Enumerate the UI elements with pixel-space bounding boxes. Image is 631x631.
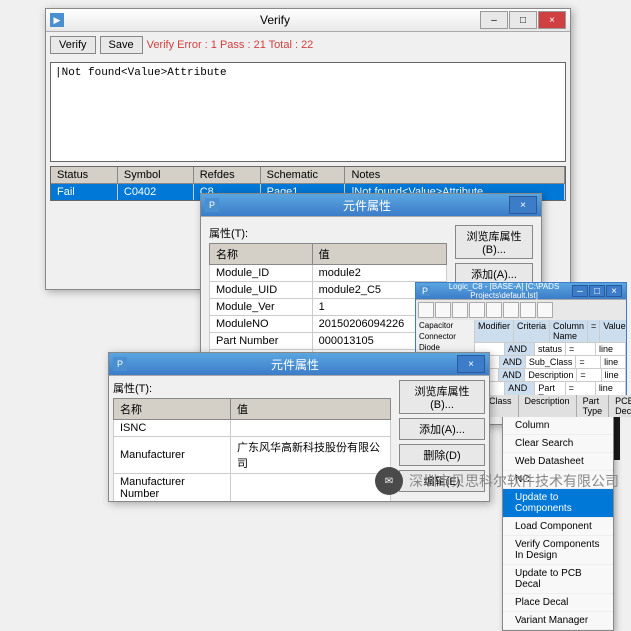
property-row[interactable]: ModuleNO20150206094226 [210, 316, 447, 333]
app-icon: ▶ [50, 13, 64, 27]
menu-item[interactable]: Clear Search [503, 435, 613, 453]
filter-panel[interactable]: ModifierCriteriaColumn Name=ValueANDstat… [475, 320, 626, 404]
property-row[interactable]: Module_IDmodule2 [210, 265, 447, 282]
toolbar-icon[interactable] [486, 302, 502, 318]
column-header[interactable]: Symbol [118, 167, 194, 184]
minimize-button[interactable]: – [572, 285, 588, 297]
close-button[interactable]: × [457, 355, 485, 373]
context-menu[interactable]: Add Search ColumnClear SearchWeb Datashe… [502, 405, 614, 631]
menu-item[interactable]: Place Decal [503, 594, 613, 612]
log-output[interactable]: |Not found<Value>Attribute [50, 62, 566, 162]
titlebar: P Logic_C8 - [BASE-A] [C:\PADS Projects\… [416, 283, 626, 300]
property-row[interactable]: Manufacturer广东风华高新科技股份有限公司 [114, 437, 391, 474]
toolbar-icon[interactable] [537, 302, 553, 318]
app-icon: P [113, 357, 127, 371]
browse-button[interactable]: 浏览库属性(B)... [399, 380, 485, 414]
category-item[interactable]: Capacitor [416, 320, 474, 331]
logic-toolbar [416, 300, 626, 320]
tab[interactable]: PCB Decal [609, 395, 631, 417]
menu-item[interactable]: Variant Manager [503, 612, 613, 630]
save-button[interactable]: Save [100, 36, 143, 54]
attr-label: 属性(T): [209, 225, 447, 241]
close-button[interactable]: × [538, 11, 566, 29]
property-row[interactable]: Manufacturer Number [114, 474, 391, 503]
menu-item[interactable]: Verify Components In Design [503, 536, 613, 565]
titlebar: ▶ Verify – □ × [46, 9, 570, 32]
cell[interactable]: C0402 [118, 184, 194, 200]
menu-item[interactable]: Update to PCB Decal [503, 565, 613, 594]
maximize-button[interactable]: □ [509, 11, 537, 29]
property-row[interactable]: Module_Ver1 [210, 299, 447, 316]
column-header[interactable]: Schematic [261, 167, 346, 184]
status-text: Verify Error : 1 Pass : 21 Total : 22 [147, 39, 314, 51]
close-button[interactable]: × [606, 285, 622, 297]
browse-button[interactable]: 浏览库属性(B)... [455, 225, 533, 259]
maximize-button[interactable]: □ [589, 285, 605, 297]
tab[interactable]: Part Type [577, 395, 610, 417]
apply-label: 应用更新到 [403, 500, 481, 502]
cell[interactable]: Fail [51, 184, 118, 200]
property-row[interactable]: Part Number000013105 [210, 333, 447, 350]
delete-button[interactable]: 删除(D) [399, 444, 485, 466]
property-row[interactable]: ISNC [114, 420, 391, 437]
column-header[interactable]: Refdes [194, 167, 261, 184]
property-row[interactable]: Module_UIDmodule2_C5 [210, 282, 447, 299]
app-icon: P [420, 286, 430, 296]
tab[interactable]: Description [519, 395, 577, 417]
verify-button[interactable]: Verify [50, 36, 96, 54]
titlebar: P 元件属性 × [201, 194, 541, 217]
window-title: 元件属性 [225, 197, 509, 214]
watermark: ✉ 深圳市贝思科尔软件技术有限公司 [375, 467, 619, 495]
minimize-button[interactable]: – [480, 11, 508, 29]
toolbar-icon[interactable] [435, 302, 451, 318]
app-icon: P [205, 198, 219, 212]
toolbar-icon[interactable] [503, 302, 519, 318]
window-title: 元件属性 [133, 356, 457, 373]
add-button[interactable]: 添加(A)... [399, 418, 485, 440]
wechat-icon: ✉ [375, 467, 403, 495]
toolbar-icon[interactable] [452, 302, 468, 318]
toolbar-icon[interactable] [520, 302, 536, 318]
window-title: Verify [70, 13, 480, 27]
category-item[interactable]: Connector [416, 331, 474, 342]
toolbar-icon[interactable] [469, 302, 485, 318]
property-table[interactable]: 名称值ISNCManufacturer广东风华高新科技股份有限公司Manufac… [113, 398, 391, 502]
titlebar: P 元件属性 × [109, 353, 489, 376]
attr-label: 属性(T): [113, 380, 391, 396]
toolbar-icon[interactable] [418, 302, 434, 318]
column-header[interactable]: Notes [345, 167, 565, 184]
close-button[interactable]: × [509, 196, 537, 214]
menu-item[interactable]: Load Component [503, 518, 613, 536]
window-title: Logic_C8 - [BASE-A] [C:\PADS Projects\de… [436, 282, 572, 300]
column-header[interactable]: Status [51, 167, 118, 184]
